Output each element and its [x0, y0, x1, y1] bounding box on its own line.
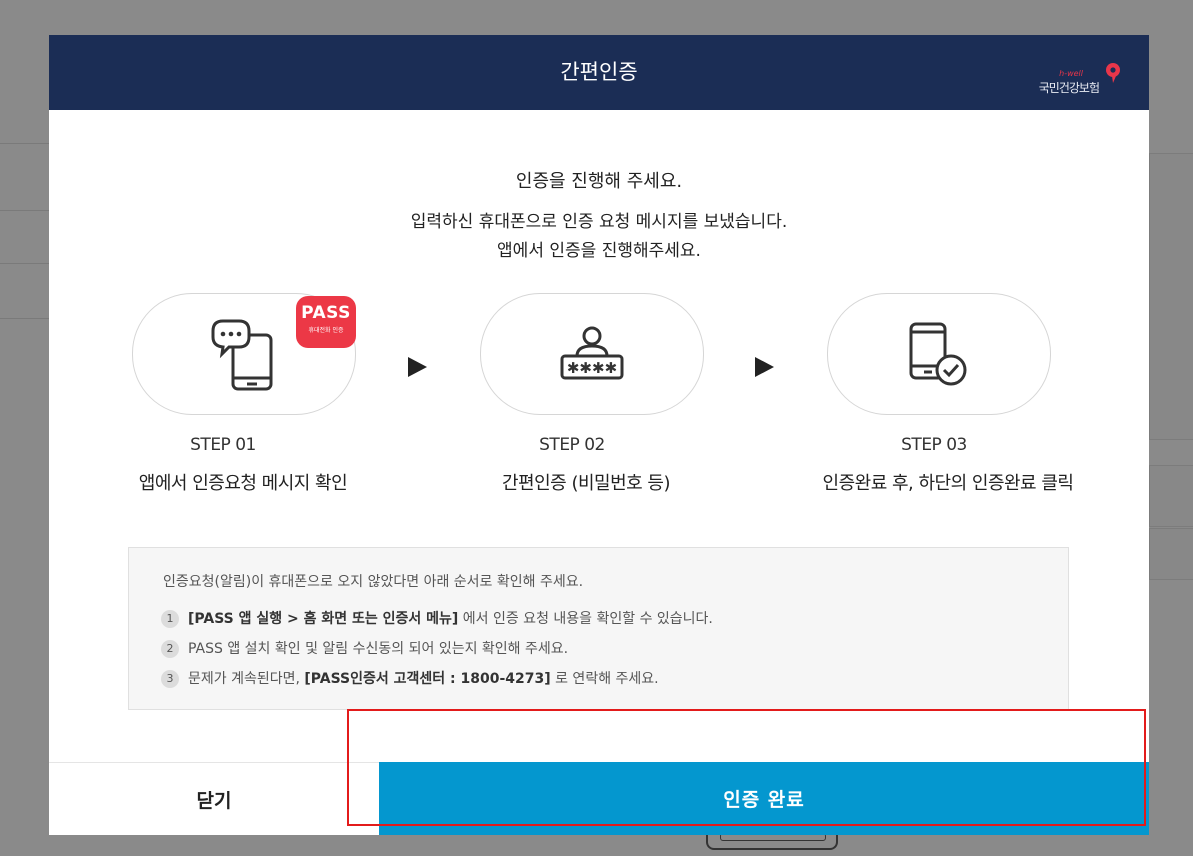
background-divider [0, 263, 49, 264]
notice-box: 인증요청(알림)이 휴대폰으로 오지 않았다면 아래 순서로 확인해 주세요. … [128, 547, 1069, 710]
auth-complete-button[interactable]: 인증 완료 [379, 762, 1149, 835]
auth-modal: 간편인증 h-well 국민건강보험 인증을 진행해 주세요. 입력하신 휴대폰… [49, 35, 1149, 835]
modal-header: 간편인증 h-well 국민건강보험 [49, 35, 1149, 110]
intro-message: 인증을 진행해 주세요. [515, 171, 683, 192]
background-panel [1149, 153, 1193, 440]
close-button[interactable]: 닫기 [49, 762, 379, 835]
intro-line: 입력하신 휴대폰으로 인증 요청 메시지를 보냈습니다. [410, 212, 788, 232]
pass-badge-title: PASS [301, 303, 351, 323]
step-3-card [827, 293, 1051, 415]
step-3-description: 인증완료 후, 하단의 인증완료 클릭 [822, 473, 1074, 494]
notice-heading: 인증요청(알림)이 휴대폰으로 오지 않았다면 아래 순서로 확인해 주세요. [163, 574, 584, 590]
step-2-description: 간편인증 (비밀번호 등) [501, 473, 671, 494]
step-arrow-icon [408, 357, 427, 377]
notice-item-text: 에서 인증 요청 내용을 확인할 수 있습니다. [458, 611, 713, 627]
password-user-icon: ✱✱✱✱ [560, 326, 624, 380]
pass-badge-subtitle: 휴대전화 인증 [308, 327, 344, 334]
modal-title: 간편인증 [560, 60, 638, 84]
background-panel [1149, 528, 1193, 580]
intro-description: 입력하신 휴대폰으로 인증 요청 메시지를 보냈습니다. 앱에서 인증을 진행해… [49, 208, 1149, 266]
background-panel [1149, 465, 1193, 527]
nhis-logo: h-well 국민건강보험 [1033, 58, 1123, 95]
notice-item-text: PASS 앱 설치 확인 및 알림 수신동의 되어 있는지 확인해 주세요. [188, 641, 569, 657]
notice-item: 1 [PASS 앱 실행 > 홈 화면 또는 인증서 메뉴] 에서 인증 요청 내… [161, 608, 713, 628]
intro-line: 앱에서 인증을 진행해주세요. [497, 241, 701, 261]
step-2-label: STEP 02 [539, 435, 605, 455]
pass-badge: PASS 휴대전화 인증 [296, 296, 356, 348]
phone-chat-icon [211, 319, 273, 391]
notice-number-badge: 1 [161, 610, 179, 628]
background-divider [0, 210, 49, 211]
step-arrow-icon [755, 357, 774, 377]
background-divider [0, 318, 49, 319]
logo-mark-icon [1106, 63, 1120, 83]
logo-brand-text: 국민건강보험 [1038, 81, 1100, 95]
notice-item: 2 PASS 앱 설치 확인 및 알림 수신동의 되어 있는지 확인해 주세요. [161, 638, 568, 658]
notice-item-bold: [PASS 앱 실행 > 홈 화면 또는 인증서 메뉴] [188, 611, 459, 627]
phone-check-icon [909, 322, 967, 386]
step-2-card: ✱✱✱✱ [480, 293, 704, 415]
background-divider [0, 143, 49, 144]
step-1-description: 앱에서 인증요청 메시지 확인 [138, 473, 348, 494]
notice-number-badge: 3 [161, 670, 179, 688]
step-1-label: STEP 01 [190, 435, 256, 455]
notice-item-bold: [PASS인증서 고객센터 : 1800-4273] [304, 671, 551, 687]
notice-item-text: 로 연락해 주세요. [550, 671, 659, 687]
notice-number-badge: 2 [161, 640, 179, 658]
logo-small-text: h-well [1059, 69, 1083, 78]
notice-item-text: 문제가 계속된다면, [188, 671, 305, 687]
step-3-label: STEP 03 [901, 435, 967, 455]
notice-item: 3 문제가 계속된다면, [PASS인증서 고객센터 : 1800-4273] 로… [161, 668, 659, 688]
svg-text:✱✱✱✱: ✱✱✱✱ [567, 359, 617, 377]
